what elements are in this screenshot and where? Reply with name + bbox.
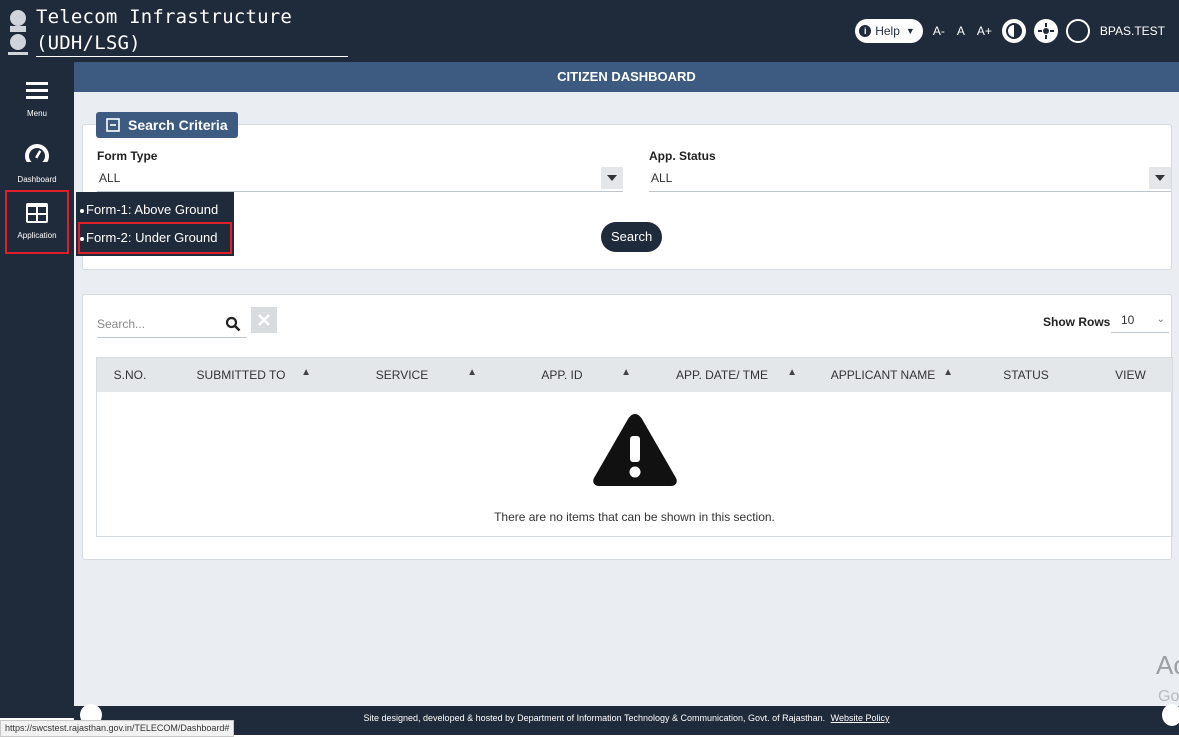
- sort-icon[interactable]: ▲: [787, 367, 797, 378]
- results-panel: Search... Show Rows 10 ⌄ S.NO. SUBMITTED…: [82, 294, 1173, 560]
- user-name[interactable]: BPAS.TEST: [1100, 24, 1165, 38]
- table-header: S.NO. SUBMITTED TO ▲ SERVICE ▲ APP. ID ▲ AP…: [97, 358, 1172, 392]
- column-header[interactable]: SERVICE ▲: [319, 367, 485, 382]
- app-status-select[interactable]: ALL: [649, 165, 1171, 192]
- column-label: VIEW: [1115, 368, 1146, 382]
- sidebar: Menu Dashboard Application: [0, 62, 74, 718]
- column-header[interactable]: SUBMITTED TO ▲: [163, 367, 319, 382]
- column-label: SERVICE: [375, 368, 429, 382]
- browser-status-url: https://swcstest.rajasthan.gov.in/TELECO…: [0, 720, 235, 737]
- speedometer-icon: [25, 144, 49, 168]
- main-content: CITIZEN DASHBOARD Form Type ALL App. Sta…: [74, 62, 1179, 718]
- column-label: APP. ID: [541, 368, 583, 382]
- collapse-icon: [106, 118, 120, 132]
- column-label: APP. DATE/ TME: [675, 368, 769, 382]
- empty-message: There are no items that can be shown in …: [494, 510, 775, 524]
- website-policy-link[interactable]: Website Policy: [831, 713, 890, 723]
- column-header[interactable]: APP. DATE/ TME ▲: [639, 367, 805, 382]
- sort-icon[interactable]: ▲: [621, 367, 631, 378]
- footer: Site designed, developed & hosted by Dep…: [74, 706, 1179, 735]
- app-title-line1: Telecom Infrastructure (UDH/LSG): [36, 4, 348, 57]
- caret-down-icon: ▼: [905, 26, 915, 36]
- rows-per-page-value: 10: [1121, 313, 1135, 327]
- column-label: SUBMITTED TO: [196, 368, 286, 382]
- column-header[interactable]: S.NO.: [97, 368, 163, 382]
- column-label: STATUS: [1003, 368, 1049, 382]
- top-header: Telecom Infrastructure (UDH/LSG) Governm…: [0, 0, 1179, 81]
- show-rows-label: Show Rows: [1043, 315, 1111, 329]
- grid-search-placeholder: Search...: [97, 317, 146, 331]
- header-controls: i Help ▼ A- A A+ BPAS.TEST: [855, 18, 1165, 44]
- applications-table: S.NO. SUBMITTED TO ▲ SERVICE ▲ APP. ID ▲ AP…: [96, 357, 1173, 537]
- clear-search-button[interactable]: [251, 307, 277, 333]
- chevron-down-icon: ⌄: [1156, 314, 1165, 325]
- info-icon: i: [859, 25, 872, 37]
- activation-watermark: Ac: [1156, 650, 1179, 680]
- close-icon: [258, 314, 270, 326]
- footer-text: Site designed, developed & hosted by Dep…: [363, 713, 826, 723]
- column-header[interactable]: APPLICANT NAME ▲: [805, 367, 961, 382]
- app-status-label: App. Status: [649, 149, 716, 163]
- sidebar-item-application[interactable]: Application: [5, 190, 69, 254]
- bullet-icon: [80, 208, 84, 213]
- rows-per-page-select[interactable]: 10 ⌄: [1111, 307, 1169, 333]
- grid-table-icon: [26, 203, 48, 223]
- menu-item-label: Form-2: Under Ground: [86, 230, 218, 245]
- hamburger-menu-icon: [26, 82, 48, 99]
- chat-support-icon[interactable]: [1162, 704, 1179, 726]
- page-title: CITIZEN DASHBOARD: [74, 62, 1179, 92]
- sidebar-item-menu[interactable]: Menu: [0, 80, 74, 118]
- column-label: S.NO.: [113, 368, 147, 382]
- search-criteria-title: Search Criteria: [128, 117, 228, 133]
- font-normal-button[interactable]: A: [957, 24, 965, 38]
- sidebar-item-label: Dashboard: [17, 175, 57, 184]
- search-criteria-legend[interactable]: Search Criteria: [96, 112, 238, 138]
- caret-down-icon: [601, 167, 623, 189]
- application-flyout-menu: Form-1: Above Ground Form-2: Under Groun…: [76, 192, 234, 256]
- state-emblem-icon: [4, 8, 36, 58]
- sidebar-item-dashboard[interactable]: Dashboard: [0, 142, 74, 184]
- bullet-icon: [80, 236, 84, 241]
- font-increase-button[interactable]: A+: [977, 24, 992, 38]
- sort-icon[interactable]: ▲: [301, 367, 311, 378]
- activation-watermark-sub: Go: [1158, 688, 1179, 705]
- menu-item-form-2[interactable]: Form-2: Under Ground: [78, 222, 232, 254]
- menu-item-label: Form-1: Above Ground: [86, 202, 219, 217]
- caret-down-icon: [1149, 167, 1171, 189]
- column-header[interactable]: VIEW: [1091, 368, 1170, 382]
- sidebar-item-label: Application: [17, 231, 57, 240]
- menu-item-form-1[interactable]: Form-1: Above Ground: [80, 196, 230, 224]
- sidebar-item-label: Menu: [26, 109, 47, 118]
- font-decrease-button[interactable]: A-: [933, 24, 945, 38]
- user-avatar-icon[interactable]: [1065, 19, 1090, 43]
- app-status-value: ALL: [651, 171, 673, 185]
- help-dropdown-button[interactable]: i Help ▼: [855, 19, 923, 43]
- settings-wheel-icon[interactable]: [1033, 19, 1058, 43]
- sort-icon[interactable]: ▲: [467, 367, 477, 378]
- grid-search-input[interactable]: Search...: [97, 311, 247, 338]
- contrast-toggle-icon[interactable]: [1001, 19, 1026, 43]
- column-header[interactable]: STATUS: [961, 368, 1091, 382]
- search-button[interactable]: Search: [601, 222, 663, 252]
- help-label: Help: [875, 24, 900, 38]
- form-type-value: ALL: [99, 171, 121, 185]
- form-type-select[interactable]: ALL: [97, 165, 623, 192]
- empty-state: There are no items that can be shown in …: [97, 392, 1172, 536]
- column-header[interactable]: APP. ID ▲: [485, 367, 639, 382]
- column-label: APPLICANT NAME: [830, 368, 936, 382]
- warning-icon: [592, 414, 677, 486]
- form-type-label: Form Type: [97, 149, 158, 163]
- search-icon[interactable]: [225, 315, 241, 341]
- sort-icon[interactable]: ▲: [943, 367, 953, 378]
